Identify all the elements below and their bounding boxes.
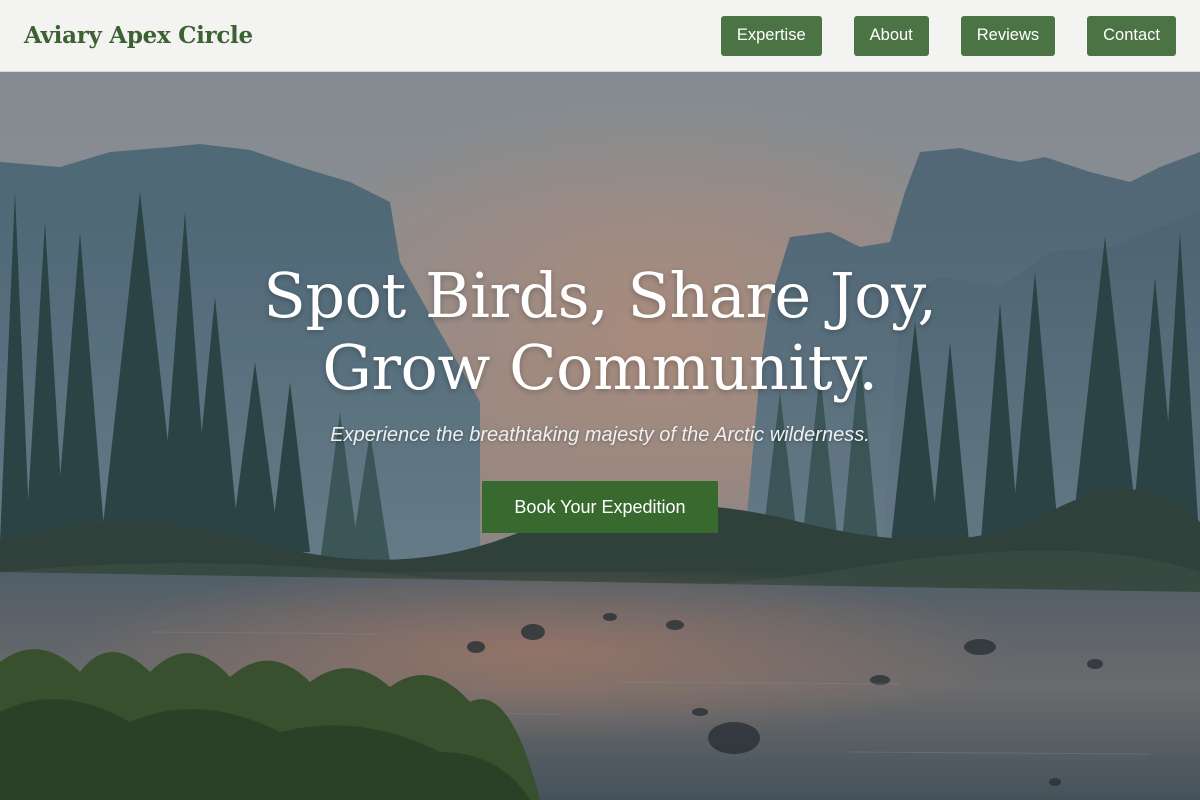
nav-contact-button[interactable]: Contact xyxy=(1087,15,1176,56)
hero-title: Spot Birds, Share Joy, Grow Community. xyxy=(0,260,1200,404)
navbar: Aviary Apex Circle Expertise About Revie… xyxy=(0,0,1200,72)
book-expedition-button[interactable]: Book Your Expedition xyxy=(482,481,718,533)
brand-logo[interactable]: Aviary Apex Circle xyxy=(24,22,253,49)
hero-content: Spot Birds, Share Joy, Grow Community. E… xyxy=(0,260,1200,533)
nav-links: Expertise About Reviews Contact xyxy=(720,15,1176,56)
hero-section: Spot Birds, Share Joy, Grow Community. E… xyxy=(0,72,1200,800)
hero-title-line-2: Grow Community. xyxy=(322,331,878,404)
hero-title-line-1: Spot Birds, Share Joy, xyxy=(263,259,937,332)
nav-reviews-button[interactable]: Reviews xyxy=(960,15,1056,56)
nav-about-button[interactable]: About xyxy=(853,15,929,56)
nav-expertise-button[interactable]: Expertise xyxy=(720,15,822,56)
hero-subtitle: Experience the breathtaking majesty of t… xyxy=(330,424,870,446)
